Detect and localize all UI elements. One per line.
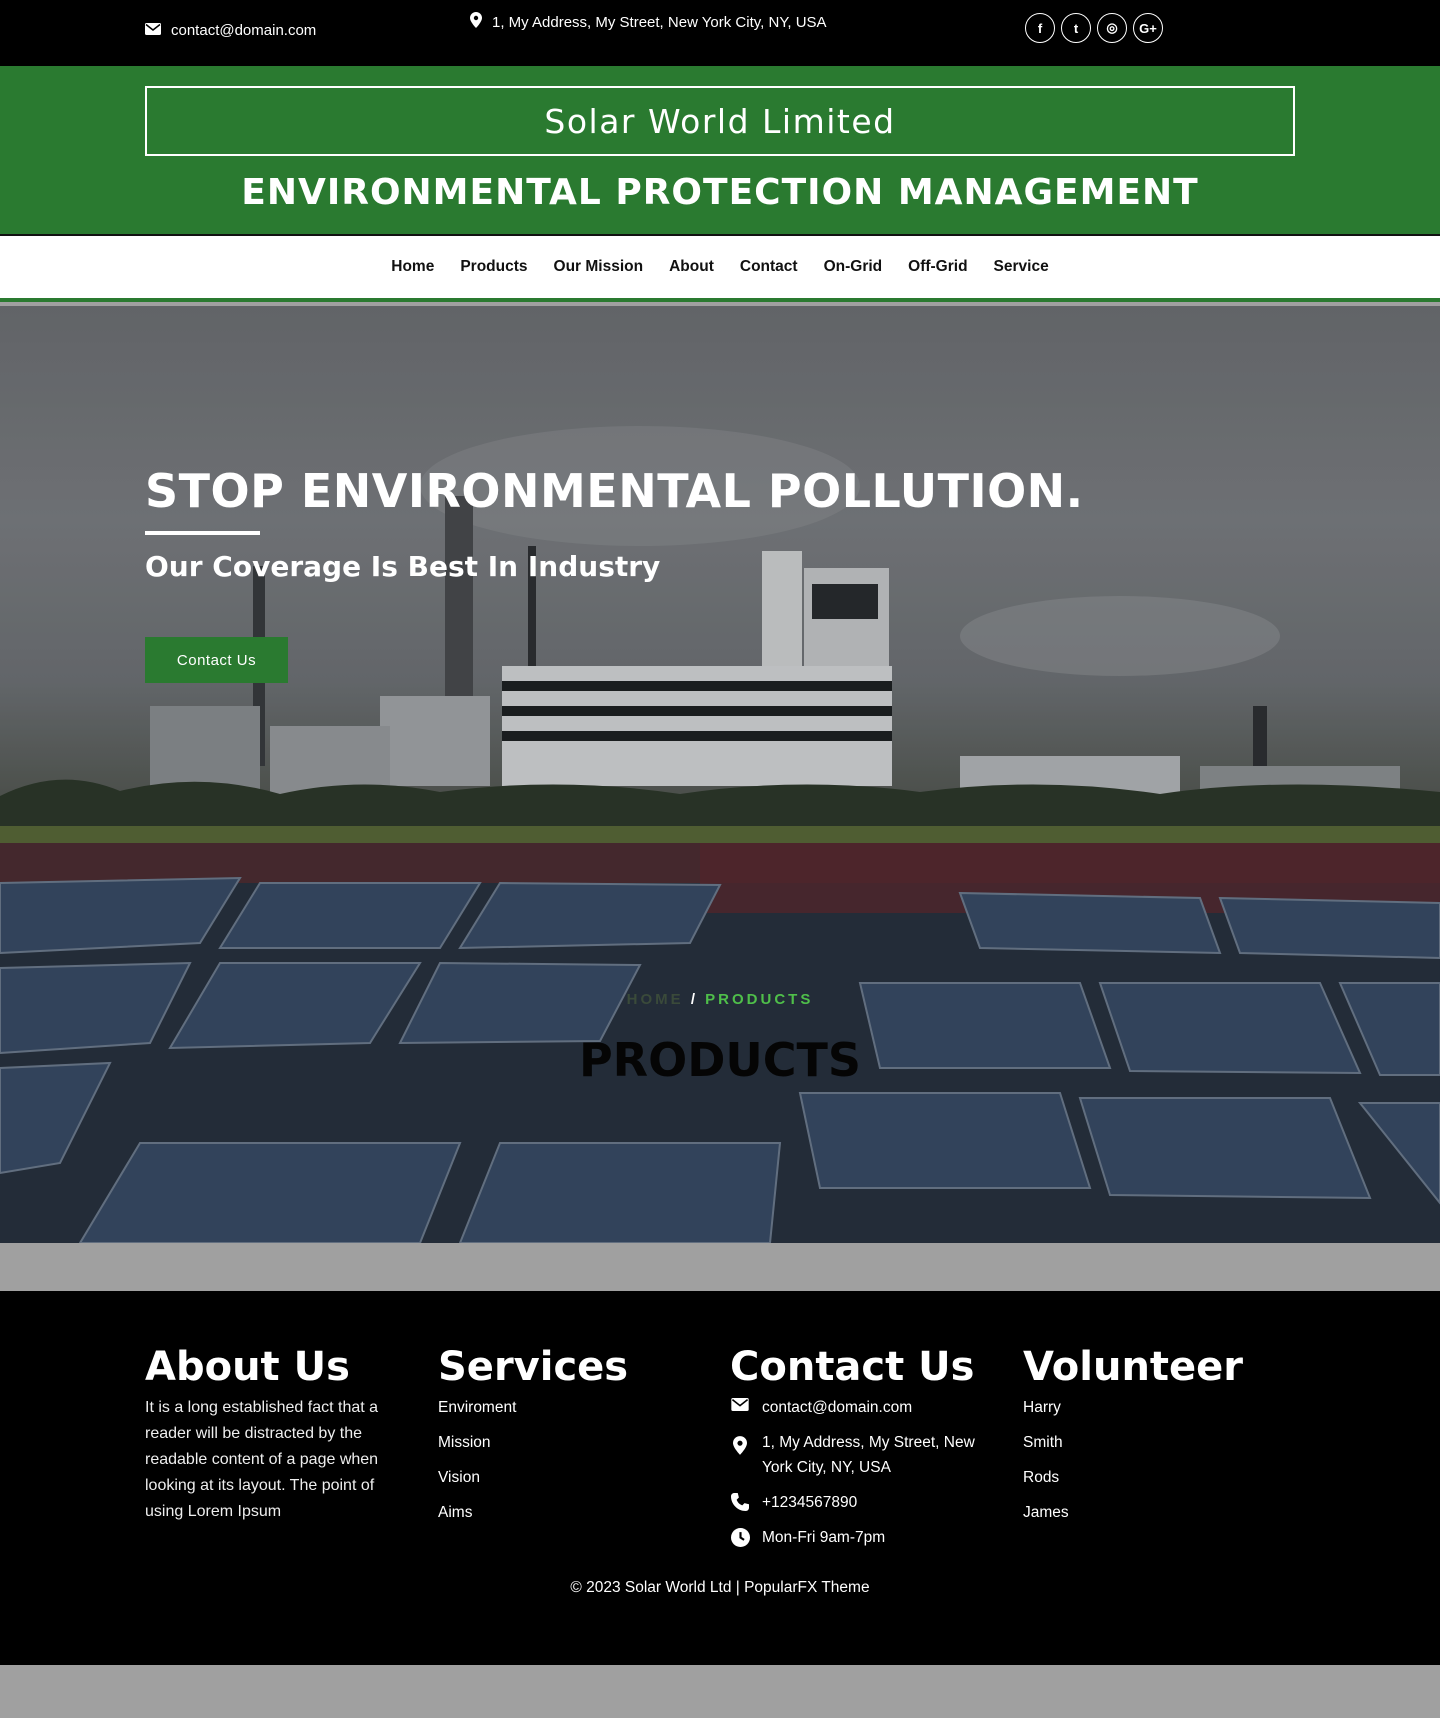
- phone-icon: [730, 1490, 750, 1511]
- footer-services-list: Enviroment Mission Vision Aims: [438, 1395, 708, 1535]
- page-title: PRODUCTS: [578, 1033, 862, 1087]
- topbar-address-text: 1, My Address, My Street, New York City,…: [492, 13, 827, 31]
- google-plus-icon[interactable]: G+: [1133, 13, 1163, 43]
- nav-service[interactable]: Service: [994, 258, 1049, 276]
- twitter-icon[interactable]: t: [1061, 13, 1091, 43]
- nav-on-grid[interactable]: On-Grid: [824, 258, 883, 276]
- footer-about-text: It is a long established fact that a rea…: [145, 1399, 379, 1520]
- footer-service-link[interactable]: Vision: [438, 1465, 708, 1500]
- nav-home[interactable]: Home: [391, 258, 434, 276]
- bottom-strip: [0, 1665, 1440, 1718]
- footer-services: Services Enviroment Mission Vision Aims: [438, 1347, 708, 1535]
- google-plus-glyph: G+: [1139, 20, 1157, 36]
- products-banner: HOME / PRODUCTS PRODUCTS: [0, 843, 1440, 1243]
- nav-products[interactable]: Products: [460, 258, 527, 276]
- hero-subtitle: Our Coverage Is Best In Industry: [145, 550, 661, 583]
- hero-title: STOP ENVIRONMENTAL POLLUTION.: [145, 464, 1084, 518]
- main-navigation: Home Products Our Mission About Contact …: [0, 234, 1440, 302]
- nav-off-grid[interactable]: Off-Grid: [908, 258, 967, 276]
- footer-address-text: 1, My Address, My Street, New York City,…: [762, 1434, 975, 1476]
- footer-contact-heading: Contact Us: [730, 1344, 975, 1390]
- nav-contact[interactable]: Contact: [740, 258, 798, 276]
- footer-volunteer-list: Harry Smith Rods James: [1023, 1395, 1293, 1535]
- topbar-email-text: contact@domain.com: [171, 22, 317, 39]
- footer-contact-address: 1, My Address, My Street, New York City,…: [730, 1430, 990, 1480]
- breadcrumb-home[interactable]: HOME: [627, 991, 684, 1008]
- footer-email-text: contact@domain.com: [762, 1399, 913, 1416]
- topbar-email[interactable]: contact@domain.com: [145, 22, 316, 39]
- footer-about: About Us It is a long established fact t…: [145, 1347, 405, 1525]
- footer-services-heading: Services: [438, 1344, 629, 1390]
- footer-volunteer-link[interactable]: Smith: [1023, 1430, 1293, 1465]
- facebook-icon[interactable]: f: [1025, 13, 1055, 43]
- footer-service-link[interactable]: Enviroment: [438, 1395, 708, 1430]
- spacer-strip: [0, 1243, 1440, 1291]
- footer-volunteer-link[interactable]: Harry: [1023, 1395, 1293, 1430]
- breadcrumb-current: PRODUCTS: [705, 991, 814, 1008]
- footer-contact-email[interactable]: contact@domain.com: [730, 1395, 990, 1420]
- footer-service-link[interactable]: Aims: [438, 1500, 708, 1535]
- map-marker-icon: [730, 1430, 750, 1455]
- top-bar: contact@domain.com 1, My Address, My Str…: [0, 0, 1440, 66]
- footer-volunteer-link[interactable]: Rods: [1023, 1465, 1293, 1500]
- site-footer: About Us It is a long established fact t…: [0, 1291, 1440, 1665]
- envelope-icon: [145, 22, 161, 39]
- site-tagline: ENVIRONMENTAL PROTECTION MANAGEMENT: [241, 172, 1199, 213]
- topbar-address: 1, My Address, My Street, New York City,…: [470, 12, 827, 32]
- copyright-text: © 2023 Solar World Ltd | PopularFX Theme: [570, 1579, 870, 1596]
- breadcrumb-separator: /: [690, 991, 698, 1008]
- footer-volunteer: Volunteer Harry Smith Rods James: [1023, 1347, 1293, 1535]
- site-header: Solar World Limited ENVIRONMENTAL PROTEC…: [0, 66, 1440, 234]
- footer-volunteer-heading: Volunteer: [1023, 1344, 1244, 1390]
- footer-phone-text: +1234567890: [762, 1494, 858, 1511]
- twitter-glyph: t: [1073, 20, 1079, 36]
- map-marker-icon: [470, 12, 482, 32]
- facebook-glyph: f: [1037, 20, 1043, 36]
- nav-about[interactable]: About: [669, 258, 714, 276]
- clock-icon: [730, 1525, 750, 1547]
- hero-contact-button[interactable]: Contact Us: [145, 637, 288, 683]
- hero-divider: [145, 531, 260, 535]
- footer-contact-hours: Mon-Fri 9am-7pm: [730, 1525, 990, 1550]
- footer-contact-phone[interactable]: +1234567890: [730, 1490, 990, 1515]
- hero-section: STOP ENVIRONMENTAL POLLUTION. Our Covera…: [0, 306, 1440, 843]
- site-title: Solar World Limited: [544, 101, 896, 141]
- instagram-icon[interactable]: ◎: [1097, 13, 1127, 43]
- footer-hours-text: Mon-Fri 9am-7pm: [762, 1529, 886, 1546]
- footer-contact: Contact Us contact@domain.com 1, My Addr…: [730, 1347, 990, 1560]
- instagram-glyph: ◎: [1106, 20, 1118, 35]
- footer-about-heading: About Us: [145, 1344, 350, 1390]
- footer-volunteer-link[interactable]: James: [1023, 1500, 1293, 1535]
- social-links: f t ◎ G+: [1025, 13, 1163, 43]
- brand-box[interactable]: Solar World Limited: [145, 86, 1295, 156]
- nav-our-mission[interactable]: Our Mission: [554, 258, 644, 276]
- footer-service-link[interactable]: Mission: [438, 1430, 708, 1465]
- breadcrumb: HOME / PRODUCTS: [0, 991, 1440, 1008]
- envelope-icon: [730, 1395, 750, 1411]
